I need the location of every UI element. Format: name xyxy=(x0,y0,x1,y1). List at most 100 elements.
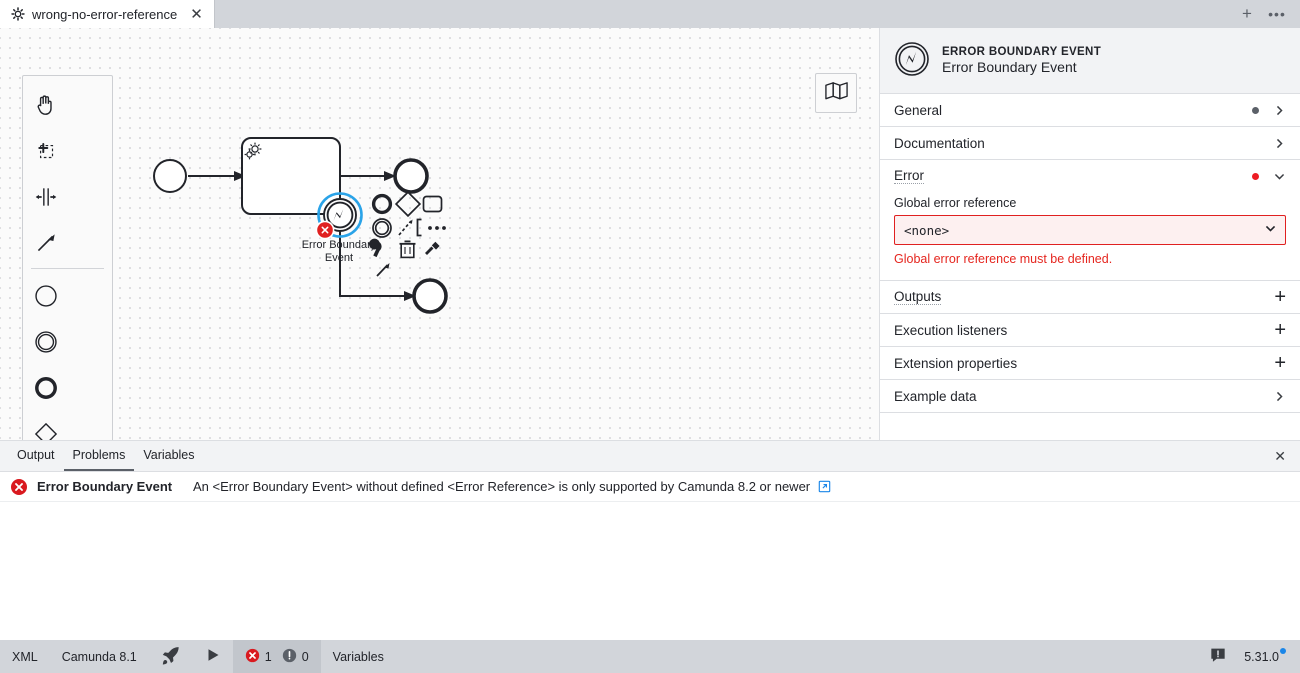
group-label-error: Error xyxy=(894,168,924,184)
service-task-shape xyxy=(241,137,341,215)
error-count-icon xyxy=(245,648,260,666)
bottom-panel-tabs-spacer xyxy=(204,441,1261,471)
chevron-right-icon xyxy=(1273,137,1286,150)
add-execution-listener-button[interactable]: + xyxy=(1274,320,1286,340)
properties-group-example-data: Example data xyxy=(880,380,1300,413)
tab-wrong-no-error-reference[interactable]: wrong-no-error-reference ✕ xyxy=(0,0,215,28)
context-pad xyxy=(368,190,446,277)
bottom-panel: Output Problems Variables ✕ Error Bounda… xyxy=(0,440,1300,640)
connect-arrow-action-icon[interactable] xyxy=(376,263,390,277)
tab-problems[interactable]: Problems xyxy=(63,441,135,471)
status-variables-button[interactable]: Variables xyxy=(321,640,396,673)
status-bar-spacer xyxy=(396,640,1198,673)
group-header-outputs[interactable]: Outputs + xyxy=(880,281,1300,313)
delete-action-icon[interactable] xyxy=(399,240,416,259)
append-task-action-icon[interactable] xyxy=(422,195,443,213)
new-tab-button[interactable]: + xyxy=(1234,3,1260,25)
error-group-body: Global error reference <none> Global err… xyxy=(880,192,1300,280)
bottom-panel-content-area xyxy=(0,502,1300,640)
problem-message: An <Error Boundary Event> without define… xyxy=(193,479,811,494)
rocket-icon xyxy=(161,645,181,668)
play-icon xyxy=(205,647,221,666)
error-count-value: 1 xyxy=(264,649,272,664)
tab-bar-spacer xyxy=(215,0,1234,28)
group-header-error[interactable]: Error xyxy=(880,160,1300,192)
end-event-bottom-shape xyxy=(412,278,448,314)
properties-group-documentation: Documentation xyxy=(880,127,1300,160)
append-intermediate-event-action-icon[interactable] xyxy=(372,218,392,238)
properties-group-outputs: Outputs + xyxy=(880,281,1300,314)
global-error-reference-field: <none> xyxy=(894,215,1286,245)
set-color-action-icon[interactable] xyxy=(425,241,440,255)
element-error-badge xyxy=(315,220,335,240)
group-label-general: General xyxy=(894,102,943,118)
problem-message-wrap: An <Error Boundary Event> without define… xyxy=(193,479,831,494)
group-header-example-data[interactable]: Example data xyxy=(880,380,1300,412)
group-header-extension-properties[interactable]: Extension properties + xyxy=(880,347,1300,379)
properties-group-error: Error Global error reference <none> Glob… xyxy=(880,160,1300,281)
error-icon xyxy=(10,478,28,496)
bpmn-diagram-icon xyxy=(11,7,25,21)
element-type-label: ERROR BOUNDARY EVENT xyxy=(942,46,1102,58)
external-link-icon[interactable] xyxy=(818,480,831,493)
chevron-down-icon xyxy=(1273,170,1286,183)
element-name-label: Error Boundary Event xyxy=(942,59,1077,75)
tab-label: wrong-no-error-reference xyxy=(32,6,178,22)
status-engine-version-button[interactable]: Camunda 8.1 xyxy=(50,640,149,673)
append-end-event-action-icon[interactable] xyxy=(371,193,393,215)
group-label-documentation: Documentation xyxy=(894,135,985,151)
run-button[interactable] xyxy=(193,640,233,673)
global-error-reference-select[interactable]: <none> xyxy=(894,215,1286,245)
global-error-reference-error-message: Global error reference must be defined. xyxy=(894,252,1113,266)
group-header-execution-listeners[interactable]: Execution listeners + xyxy=(880,314,1300,346)
group-indicator-dot-error xyxy=(1252,172,1259,180)
tab-variables[interactable]: Variables xyxy=(134,441,203,471)
app-version-label: 5.31.0 xyxy=(1244,649,1279,664)
group-header-documentation[interactable]: Documentation xyxy=(880,127,1300,159)
group-label-example-data: Example data xyxy=(894,388,977,404)
close-bottom-panel-icon[interactable]: ✕ xyxy=(1260,441,1300,471)
add-output-button[interactable]: + xyxy=(1274,287,1286,307)
message-icon xyxy=(1210,647,1226,666)
tab-bar-more-button[interactable]: ••• xyxy=(1264,3,1290,25)
tab-output[interactable]: Output xyxy=(8,441,64,471)
more-actions-icon[interactable] xyxy=(428,226,446,230)
properties-panel-filler xyxy=(880,413,1300,440)
chevron-right-icon xyxy=(1273,104,1286,117)
tab-bar-actions: + ••• xyxy=(1234,0,1300,28)
group-label-execution-listeners: Execution listeners xyxy=(894,322,1008,338)
tab-bar: wrong-no-error-reference ✕ + ••• xyxy=(0,0,1300,28)
change-type-action-icon[interactable] xyxy=(368,237,385,258)
group-header-general[interactable]: General xyxy=(880,94,1300,126)
add-extension-property-button[interactable]: + xyxy=(1274,353,1286,373)
start-event-shape xyxy=(153,159,187,193)
append-gateway-action-icon[interactable] xyxy=(394,190,422,218)
bottom-panel-tabs: Output Problems Variables ✕ xyxy=(0,441,1300,472)
status-bar: XML Camunda 8.1 1 0 Variables 5.31.0 xyxy=(0,640,1300,673)
properties-header-text: ERROR BOUNDARY EVENT Error Boundary Even… xyxy=(942,46,1101,75)
problem-element-name: Error Boundary Event xyxy=(37,479,173,494)
append-text-annotation-action-icon[interactable] xyxy=(416,218,422,237)
group-label-outputs: Outputs xyxy=(894,289,942,305)
end-event-top-shape xyxy=(393,158,429,194)
warning-count-icon xyxy=(282,648,297,666)
group-label-extension-properties: Extension properties xyxy=(894,355,1018,371)
main-row: ••• xyxy=(0,28,1300,440)
tab-close-icon[interactable]: ✕ xyxy=(188,6,205,23)
warning-count-value: 0 xyxy=(301,649,309,664)
deploy-button[interactable] xyxy=(149,640,193,673)
bpmn-canvas[interactable]: ••• xyxy=(0,28,880,440)
properties-group-execution-listeners: Execution listeners + xyxy=(880,314,1300,347)
connect-action-icon[interactable] xyxy=(398,219,413,236)
problem-row[interactable]: Error Boundary Event An <Error Boundary … xyxy=(0,472,1300,502)
app-version-button[interactable]: 5.31.0 xyxy=(1238,640,1300,673)
properties-group-general: General xyxy=(880,94,1300,127)
status-xml-button[interactable]: XML xyxy=(0,640,50,673)
problems-count-badge[interactable]: 1 0 xyxy=(232,640,321,673)
properties-panel: ERROR BOUNDARY EVENT Error Boundary Even… xyxy=(880,28,1300,440)
bpmn-modeler-window: wrong-no-error-reference ✕ + ••• Error B… xyxy=(0,0,1300,673)
notifications-button[interactable] xyxy=(1198,640,1238,673)
update-available-dot xyxy=(1280,648,1286,654)
group-indicator-dot-general xyxy=(1252,106,1259,114)
global-error-reference-label: Global error reference xyxy=(894,196,1017,210)
